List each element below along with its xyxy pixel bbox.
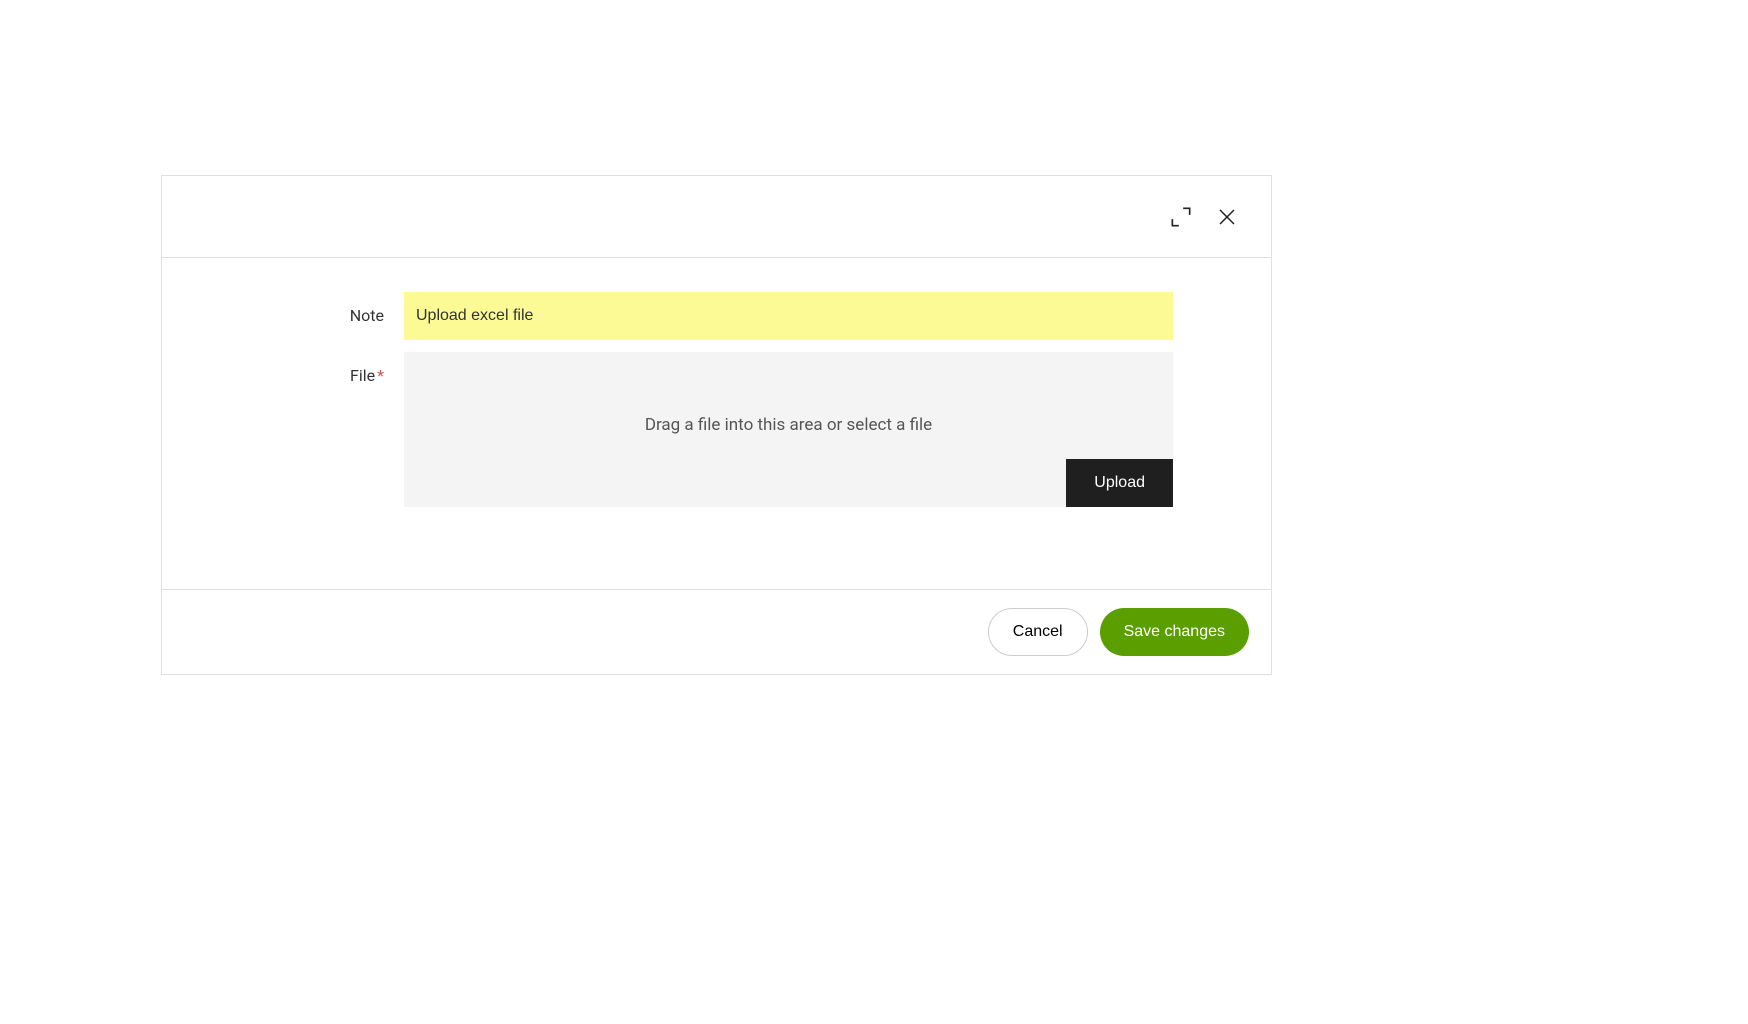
close-icon[interactable]: [1213, 203, 1241, 231]
modal-header: [162, 176, 1271, 258]
file-row: File* Drag a file into this area or sele…: [162, 352, 1271, 507]
expand-icon[interactable]: [1167, 203, 1195, 231]
save-button[interactable]: Save changes: [1100, 608, 1249, 656]
modal-body: Note File* Drag a file into this area or…: [162, 258, 1271, 589]
note-input[interactable]: [404, 292, 1173, 340]
modal-footer: Cancel Save changes: [162, 589, 1271, 674]
upload-modal: Note File* Drag a file into this area or…: [161, 175, 1272, 675]
note-label: Note: [162, 292, 404, 325]
cancel-button[interactable]: Cancel: [988, 608, 1088, 656]
required-marker: *: [377, 366, 384, 385]
file-drop-text: Drag a file into this area or select a f…: [645, 415, 932, 435]
file-label-text: File: [350, 366, 375, 385]
upload-button[interactable]: Upload: [1066, 459, 1173, 507]
file-drop-area[interactable]: Drag a file into this area or select a f…: [404, 352, 1173, 507]
note-row: Note: [162, 292, 1271, 340]
file-label: File*: [162, 352, 404, 385]
